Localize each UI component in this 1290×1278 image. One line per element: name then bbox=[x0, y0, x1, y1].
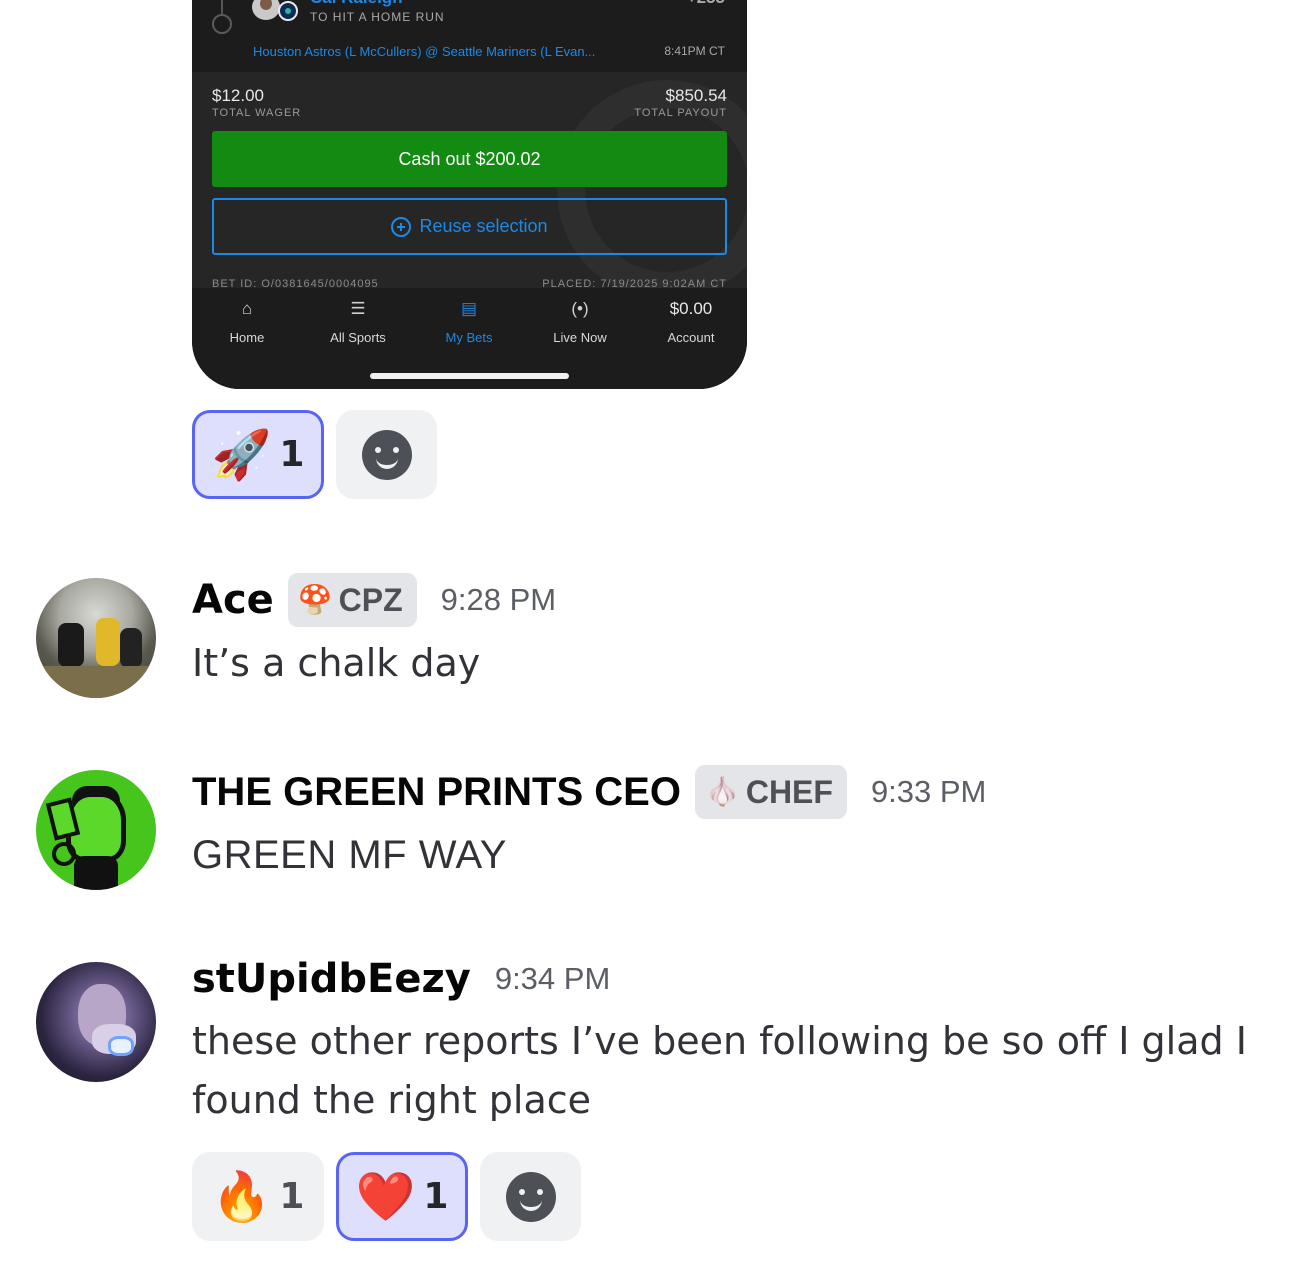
home-icon: ⌂ bbox=[241, 299, 253, 318]
cash-out-button[interactable]: Cash out $200.02 bbox=[212, 131, 727, 187]
tab-all-sports[interactable]: ☰ All Sports bbox=[308, 296, 408, 345]
smiley-icon bbox=[361, 429, 412, 480]
tab-live-now-label: Live Now bbox=[553, 330, 607, 345]
mushroom-icon: 🍄 bbox=[297, 584, 333, 615]
cash-out-label: Cash out $200.02 bbox=[398, 148, 541, 169]
tab-my-bets[interactable]: ▤ My Bets bbox=[419, 296, 519, 345]
game-matchup: Houston Astros (L McCullers) @ Seattle M… bbox=[253, 44, 596, 59]
message-header: Ace 🍄 CPZ 9:28 PM bbox=[192, 573, 556, 627]
reuse-selection-button[interactable]: Reuse selection bbox=[212, 198, 727, 255]
username[interactable]: THE GREEN PRINTS CEO bbox=[192, 770, 681, 815]
total-wager-label: TOTAL WAGER bbox=[212, 107, 302, 119]
smiley-icon bbox=[505, 1171, 556, 1222]
bet-leg: Cal Raleigh TO HIT A HOME RUN +255 Houst… bbox=[192, 0, 747, 72]
avatar[interactable] bbox=[36, 962, 156, 1082]
message-header: THE GREEN PRINTS CEO 🧄 CHEF 9:33 PM bbox=[192, 765, 986, 819]
total-wager-value: $12.00 bbox=[212, 86, 264, 105]
tab-account[interactable]: $0.00 Account bbox=[641, 296, 741, 345]
tab-account-label: Account bbox=[667, 330, 715, 345]
tab-home[interactable]: ⌂ Home bbox=[197, 296, 297, 345]
role-name: CPZ bbox=[338, 581, 403, 618]
home-indicator bbox=[370, 373, 569, 379]
leg-connector bbox=[221, 0, 223, 14]
leg-status-circle bbox=[212, 14, 232, 34]
search-list-icon: ☰ bbox=[350, 299, 366, 318]
broadcast-icon: (•) bbox=[571, 299, 589, 318]
tab-home-label: Home bbox=[229, 330, 265, 345]
reaction-count: 1 bbox=[279, 434, 305, 475]
reaction-fire[interactable]: 🔥 1 bbox=[192, 1152, 324, 1241]
rocket-icon: 🚀 bbox=[211, 426, 272, 483]
fire-icon: 🔥 bbox=[211, 1168, 272, 1225]
timestamp: 9:33 PM bbox=[870, 774, 987, 809]
message-content: It’s a chalk day bbox=[192, 641, 481, 685]
message-header: stUpidbEezy 9:34 PM bbox=[192, 956, 610, 1002]
role-tag[interactable]: 🧄 CHEF bbox=[694, 765, 847, 819]
heart-icon: ❤️ bbox=[355, 1168, 416, 1225]
total-payout-value: $850.54 bbox=[665, 86, 727, 105]
total-payout-label: TOTAL PAYOUT bbox=[634, 107, 727, 119]
bottom-tab-bar: ⌂ Home ☰ All Sports ▤ My Bets (•) Live N… bbox=[192, 288, 747, 389]
reaction-heart[interactable]: ❤️ 1 bbox=[336, 1152, 468, 1241]
bet-odds: +255 bbox=[687, 0, 725, 8]
timestamp: 9:34 PM bbox=[494, 961, 611, 996]
reactions-bar: 🚀 1 bbox=[192, 410, 437, 499]
mariners-logo-icon bbox=[278, 1, 298, 21]
game-time: 8:41PM CT bbox=[664, 44, 725, 58]
username[interactable]: stUpidbEezy bbox=[192, 956, 471, 1002]
garlic-icon: 🧄 bbox=[704, 776, 740, 807]
reaction-rocket[interactable]: 🚀 1 bbox=[192, 410, 324, 499]
message-content: these other reports I’ve been following … bbox=[192, 1019, 1247, 1122]
avatar[interactable] bbox=[36, 770, 156, 890]
message-content: GREEN MF WAY bbox=[192, 833, 507, 877]
bet-slip-icon: ▤ bbox=[460, 299, 478, 318]
reaction-count: 1 bbox=[423, 1176, 449, 1217]
tab-all-sports-label: All Sports bbox=[330, 330, 386, 345]
username[interactable]: Ace bbox=[192, 577, 274, 623]
bet-slip-image[interactable]: Cal Raleigh TO HIT A HOME RUN +255 Houst… bbox=[192, 0, 747, 389]
reaction-count: 1 bbox=[279, 1176, 305, 1217]
reuse-selection-label: Reuse selection bbox=[419, 216, 548, 236]
player-headshot bbox=[252, 0, 280, 20]
player-name: Cal Raleigh bbox=[310, 0, 403, 8]
reactions-bar: 🔥 1 ❤️ 1 bbox=[192, 1152, 581, 1241]
account-balance: $0.00 bbox=[669, 299, 713, 318]
bet-market: TO HIT A HOME RUN bbox=[310, 10, 445, 24]
timestamp: 9:28 PM bbox=[440, 582, 557, 617]
role-tag[interactable]: 🍄 CPZ bbox=[287, 573, 417, 627]
add-reaction-button[interactable] bbox=[480, 1152, 581, 1241]
tab-live-now[interactable]: (•) Live Now bbox=[530, 296, 630, 345]
add-reaction-button[interactable] bbox=[336, 410, 437, 499]
tab-my-bets-label: My Bets bbox=[445, 330, 493, 345]
plus-circle-icon bbox=[391, 216, 412, 237]
role-name: CHEF bbox=[745, 773, 833, 810]
avatar[interactable] bbox=[36, 578, 156, 698]
